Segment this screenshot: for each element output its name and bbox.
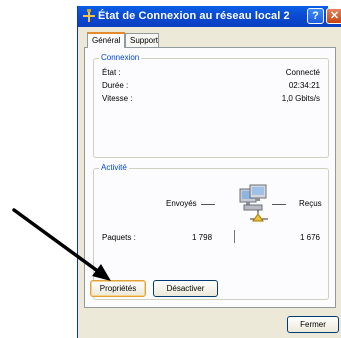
connection-legend: Connexion [99, 53, 142, 62]
packets-received-value: 1 676 [299, 233, 320, 242]
packets-label: Paquets : [102, 233, 136, 242]
help-button[interactable]: ? [307, 8, 324, 24]
background-gap [328, 0, 341, 8]
close-window-button[interactable]: ✕ [326, 8, 341, 24]
sent-line [201, 204, 215, 205]
packets-divider [234, 230, 235, 243]
close-button[interactable]: Fermer [287, 316, 339, 333]
duration-label: Durée : [102, 81, 129, 90]
network-connection-icon [83, 9, 95, 22]
speed-label: Vitesse : [102, 94, 133, 103]
disable-button[interactable]: Désactiver [153, 280, 218, 297]
tab-general[interactable]: Général [87, 32, 125, 48]
sent-label: Envoyés [166, 199, 197, 208]
connection-status-dialog: État de Connexion au réseau local 2 ? ✕ … [77, 6, 341, 338]
window-title: État de Connexion au réseau local 2 [98, 10, 290, 22]
packets-sent-value: 1 798 [192, 233, 213, 242]
status-label: État : [102, 68, 121, 77]
duration-value: 02:34:21 [288, 81, 320, 90]
received-label: Reçus [299, 199, 322, 208]
properties-button[interactable]: Propriétés [90, 280, 146, 297]
connection-group: Connexion État : Connecté Durée : 02:34:… [93, 53, 329, 158]
network-computers-icon [239, 184, 268, 222]
activity-legend: Activité [99, 163, 129, 172]
received-line [272, 204, 286, 205]
title-bar[interactable]: État de Connexion au réseau local 2 ? ✕ [78, 6, 341, 27]
speed-value: 1,0 Gbits/s [281, 94, 320, 103]
status-value: Connecté [285, 68, 320, 77]
general-tab-panel: Connexion État : Connecté Durée : 02:34:… [84, 47, 336, 308]
tab-support[interactable]: Support [125, 33, 159, 47]
